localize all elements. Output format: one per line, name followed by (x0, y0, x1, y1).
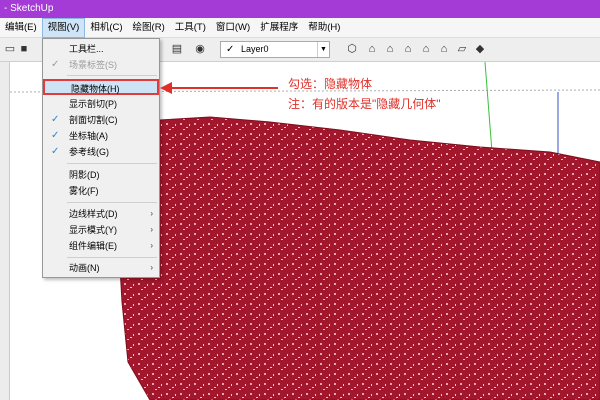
menu-extensions[interactable]: 扩展程序 (255, 18, 303, 38)
menu-item-label: 雾化(F) (69, 186, 99, 196)
current-layer-check-icon: ✓ (226, 44, 235, 55)
save-icon[interactable]: ■ (17, 42, 31, 56)
menu-bar: 编辑(E) 视图(V) 相机(C) 绘图(R) 工具(T) 窗口(W) 扩展程序… (0, 17, 600, 38)
menu-item-hidden-geometry[interactable]: 隐藏物体(H) (43, 79, 159, 95)
menu-item-label: 显示模式(Y) (69, 225, 117, 235)
chevron-down-icon[interactable]: ▼ (317, 42, 329, 57)
menu-item-label: 剖面切割(C) (69, 115, 118, 125)
menu-item-label: 场景标签(S) (69, 60, 117, 70)
submenu-arrow-icon: › (150, 225, 153, 234)
menu-item-label: 隐藏物体(H) (71, 84, 120, 94)
title-bar: - SketchUp (0, 0, 600, 18)
menu-view[interactable]: 视图(V) (41, 17, 86, 38)
back-view-icon[interactable]: ⌂ (419, 42, 433, 56)
menu-item-section-cuts[interactable]: ✓ 剖面切割(C) (43, 112, 159, 128)
submenu-arrow-icon: › (150, 263, 153, 272)
front-view-icon[interactable]: ⌂ (383, 42, 397, 56)
menu-item-label: 坐标轴(A) (69, 131, 108, 141)
menu-item-axes[interactable]: ✓ 坐标轴(A) (43, 128, 159, 144)
menu-divider (67, 202, 157, 203)
iso-view-icon[interactable]: ⬡ (345, 42, 359, 56)
check-icon: ✓ (51, 59, 60, 70)
layer-select-value: Layer0 (241, 44, 269, 54)
menu-item-label: 工具栏... (69, 44, 104, 54)
model-info-icon[interactable]: ◉ (193, 42, 207, 56)
menu-item-label: 组件编辑(E) (69, 241, 117, 251)
menu-item-edge-style[interactable]: 边线样式(D) › (43, 206, 159, 222)
menu-item-shadows[interactable]: 阴影(D) (43, 167, 159, 183)
layer-select[interactable]: ✓ Layer0 ▼ (220, 41, 330, 58)
menu-item-face-style[interactable]: 显示模式(Y) › (43, 222, 159, 238)
menu-item-label: 动画(N) (69, 263, 100, 273)
menu-window[interactable]: 窗口(W) (211, 18, 255, 38)
window-title: - SketchUp (4, 3, 54, 14)
menu-item-section-planes[interactable]: 显示剖切(P) (43, 96, 159, 112)
annotation-line-1: 勾选：隐藏物体 (288, 77, 373, 91)
new-file-icon[interactable]: ▭ (3, 42, 17, 56)
top-view-icon[interactable]: ⌂ (365, 42, 379, 56)
menu-item-scene-tabs: ✓ 场景标签(S) (43, 57, 159, 73)
menu-draw[interactable]: 绘图(R) (128, 18, 170, 38)
right-view-icon[interactable]: ⌂ (401, 42, 415, 56)
menu-help[interactable]: 帮助(H) (303, 18, 345, 38)
menu-item-component-edit[interactable]: 组件编辑(E) › (43, 238, 159, 254)
menu-item-animation[interactable]: 动画(N) › (43, 260, 159, 276)
view-menu-dropdown: 工具栏... ✓ 场景标签(S) 隐藏物体(H) 显示剖切(P) ✓ 剖面切割(… (42, 38, 160, 278)
left-tool-palette (0, 62, 10, 400)
menu-camera[interactable]: 相机(C) (85, 18, 127, 38)
check-icon: ✓ (51, 114, 60, 125)
bottom-view-icon[interactable]: ▱ (455, 42, 469, 56)
menu-item-label: 边线样式(D) (69, 209, 118, 219)
menu-item-label: 显示剖切(P) (69, 99, 117, 109)
terrain-surface (114, 116, 600, 400)
check-icon: ✓ (51, 130, 60, 141)
menu-edit[interactable]: 编辑(E) (0, 18, 42, 38)
menu-item-toolbars[interactable]: 工具栏... (43, 41, 159, 57)
menu-item-fog[interactable]: 雾化(F) (43, 183, 159, 199)
submenu-arrow-icon: › (150, 241, 153, 250)
menu-item-label: 阴影(D) (69, 170, 100, 180)
menu-divider (67, 75, 157, 76)
menu-item-guides[interactable]: ✓ 参考线(G) (43, 144, 159, 160)
green-axis (484, 62, 493, 153)
menu-divider (67, 163, 157, 164)
check-icon: ✓ (51, 146, 60, 157)
menu-tools[interactable]: 工具(T) (170, 18, 211, 38)
eraser-icon[interactable]: ◆ (473, 42, 487, 56)
menu-divider (67, 257, 157, 258)
print-icon[interactable]: ▤ (170, 42, 184, 56)
annotation-line-2: 注：有的版本是"隐藏几何体" (288, 97, 441, 111)
left-view-icon[interactable]: ⌂ (437, 42, 451, 56)
annotation-arrow-icon (160, 82, 278, 94)
submenu-arrow-icon: › (150, 209, 153, 218)
menu-item-label: 参考线(G) (69, 147, 109, 157)
